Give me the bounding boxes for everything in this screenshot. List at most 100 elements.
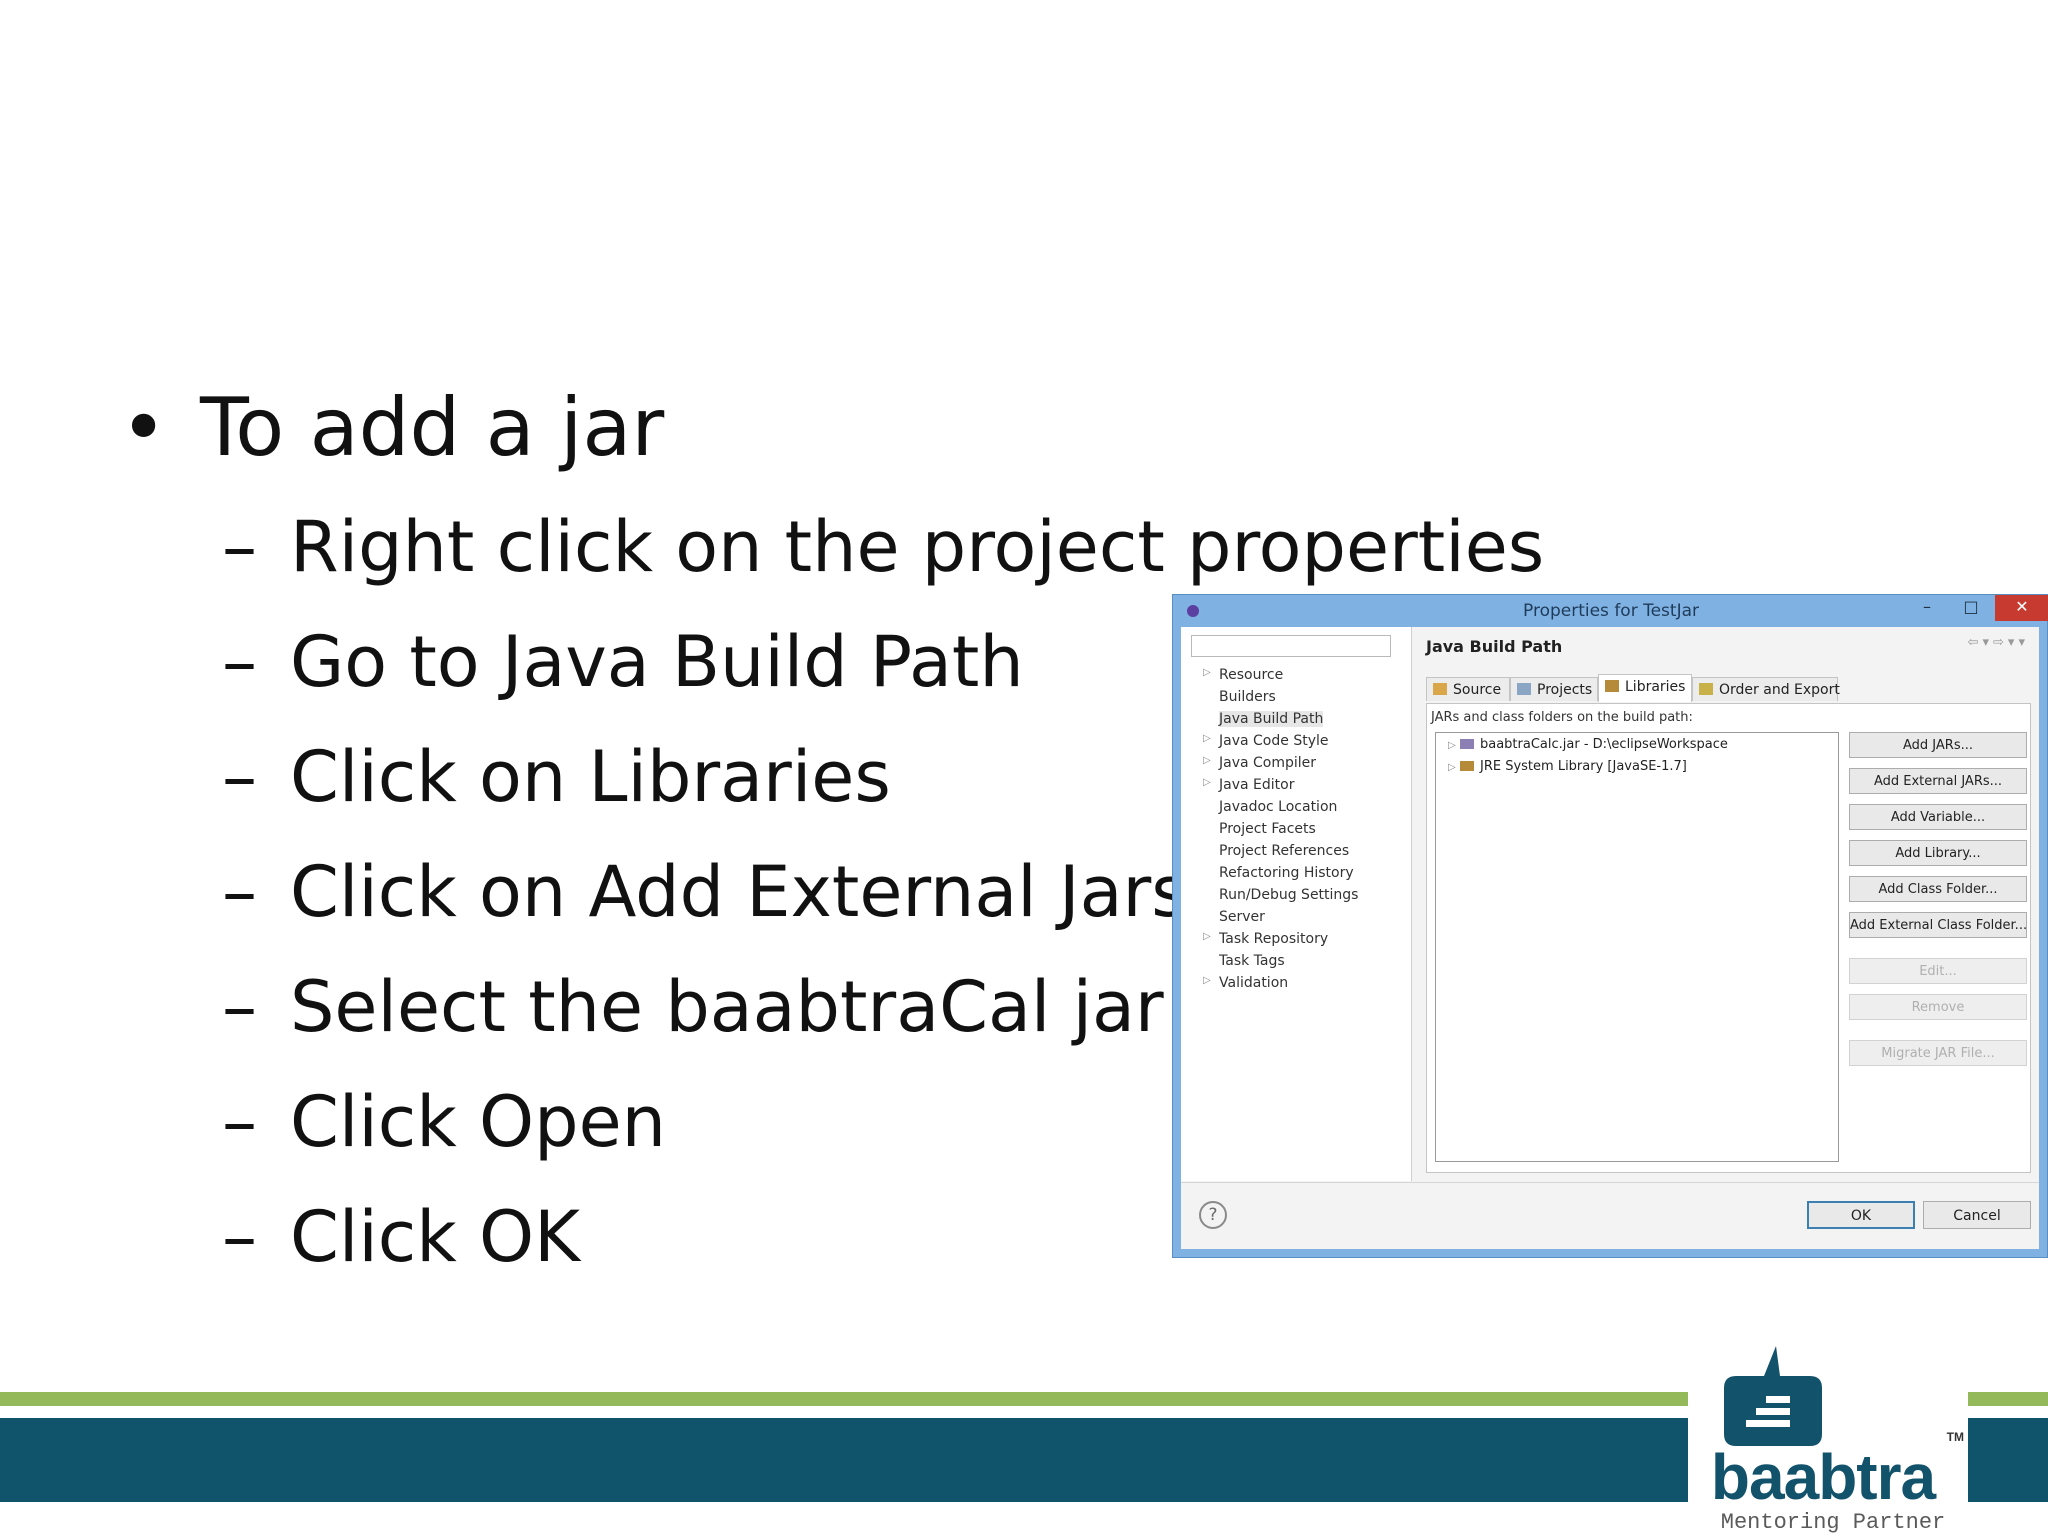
trademark-mark: TM (1946, 1430, 1964, 1444)
tree-item-project-facets[interactable]: Project Facets (1219, 821, 1316, 837)
baabtra-logo: baabtra TM Mentoring Partner (1688, 1340, 1968, 1536)
help-icon[interactable]: ? (1199, 1201, 1227, 1229)
tree-item-java-editor[interactable]: ▷ Java Editor (1203, 777, 1295, 793)
bullet-dot: • (120, 381, 168, 474)
tree-item-builders[interactable]: Builders (1219, 689, 1276, 705)
expand-arrow-icon[interactable]: ▷ (1203, 777, 1211, 788)
add-jars-button[interactable]: Add JARs... (1849, 732, 2027, 758)
libraries-tab-panel: JARs and class folders on the build path… (1426, 703, 2031, 1173)
step-dash: – (222, 966, 257, 1048)
tree-label: Builders (1219, 689, 1276, 705)
order-export-icon (1699, 683, 1713, 695)
tree-label: Javadoc Location (1219, 799, 1338, 815)
logo-wordmark: baabtra (1710, 1441, 1936, 1513)
nav-arrows-icon[interactable]: ⇦▾⇨▾▾ (1968, 635, 2029, 650)
migrate-jar-button[interactable]: Migrate JAR File... (1849, 1040, 2027, 1066)
tree-item-refactoring-history[interactable]: Refactoring History (1219, 865, 1354, 881)
step-dash: – (222, 1081, 257, 1163)
tab-libraries[interactable]: Libraries (1598, 674, 1692, 702)
tree-label: Java Code Style (1219, 733, 1329, 749)
panel-title: Java Build Path (1426, 637, 1563, 656)
build-path-pane: Java Build Path ⇦▾⇨▾▾ Source Projects Li… (1412, 627, 2039, 1181)
tree-label: Java Editor (1219, 777, 1295, 793)
tab-order-and-export[interactable]: Order and Export (1692, 677, 1840, 701)
tree-label: Project References (1219, 843, 1350, 859)
tree-label: Refactoring History (1219, 865, 1354, 881)
libraries-icon (1605, 680, 1619, 692)
tree-item-project-references[interactable]: Project References (1219, 843, 1349, 859)
tree-item-java-compiler[interactable]: ▷ Java Compiler (1203, 755, 1317, 771)
list-item-label: JRE System Library [JavaSE-1.7] (1480, 759, 1687, 774)
tab-label: Order and Export (1719, 682, 1840, 698)
tree-item-task-repository[interactable]: ▷ Task Repository (1203, 931, 1329, 947)
add-external-jars-button[interactable]: Add External JARs... (1849, 768, 2027, 794)
expand-arrow-icon[interactable]: ▷ (1448, 762, 1460, 773)
dialog-footer: ? OK Cancel (1181, 1182, 2039, 1249)
build-path-list[interactable]: ▷ baabtraCalc.jar - D:\eclipseWorkspace ▷… (1435, 732, 1839, 1162)
step-dash: – (222, 1196, 257, 1278)
step-text: Click OK (290, 1196, 581, 1278)
step-text: Click Open (290, 1081, 667, 1163)
list-item-label: baabtraCalc.jar - D:\eclipseWorkspace (1480, 737, 1728, 752)
add-external-class-folder-button[interactable]: Add External Class Folder... (1849, 912, 2027, 938)
tree-item-task-tags[interactable]: Task Tags (1219, 953, 1285, 969)
cancel-button[interactable]: Cancel (1923, 1201, 2031, 1229)
tree-item-javadoc-location[interactable]: Javadoc Location (1219, 799, 1337, 815)
expand-arrow-icon[interactable]: ▷ (1203, 975, 1211, 986)
dialog-titlebar: Properties for TestJar – □ ✕ (1173, 595, 2048, 627)
source-folder-icon (1433, 683, 1447, 695)
tab-label: Libraries (1625, 679, 1686, 695)
tree-label: Server (1219, 909, 1265, 925)
tab-source[interactable]: Source (1426, 677, 1510, 701)
build-path-list-label: JARs and class folders on the build path… (1431, 710, 1693, 725)
expand-arrow-icon[interactable]: ▷ (1203, 755, 1211, 766)
tab-label: Projects (1537, 682, 1593, 698)
add-variable-button[interactable]: Add Variable... (1849, 804, 2027, 830)
tab-label: Source (1453, 682, 1502, 698)
properties-dialog: Properties for TestJar – □ ✕ ▷ Resource B… (1172, 594, 2048, 1258)
step-text: Go to Java Build Path (290, 621, 1024, 703)
tree-label: Validation (1219, 975, 1289, 991)
expand-arrow-icon[interactable]: ▷ (1203, 733, 1211, 744)
minimize-button[interactable]: – (1907, 595, 1947, 621)
add-library-button[interactable]: Add Library... (1849, 840, 2027, 866)
step-text: Click on Add External Jars (290, 851, 1188, 933)
list-item[interactable]: ▷ JRE System Library [JavaSE-1.7] (1448, 759, 1687, 774)
tree-label: Project Facets (1219, 821, 1316, 837)
tree-item-validation[interactable]: ▷ Validation (1203, 975, 1289, 991)
tree-label: Run/Debug Settings (1219, 887, 1359, 903)
dialog-body: ▷ Resource Builders Java Build Path ▷ Java… (1181, 627, 2039, 1249)
projects-icon (1517, 683, 1531, 695)
jar-icon (1460, 739, 1474, 749)
tree-label: Task Tags (1219, 953, 1285, 969)
step-dash: – (222, 851, 257, 933)
filter-input[interactable] (1191, 635, 1391, 657)
tree-item-resource[interactable]: ▷ Resource (1203, 667, 1284, 683)
expand-arrow-icon[interactable]: ▷ (1203, 667, 1211, 678)
expand-arrow-icon[interactable]: ▷ (1203, 931, 1211, 942)
tree-item-run-debug-settings[interactable]: Run/Debug Settings (1219, 887, 1358, 903)
tree-label: Java Compiler (1219, 755, 1317, 771)
tree-item-java-build-path[interactable]: Java Build Path (1219, 711, 1324, 727)
add-class-folder-button[interactable]: Add Class Folder... (1849, 876, 2027, 902)
step-dash: – (222, 736, 257, 818)
tree-label: Resource (1219, 667, 1284, 683)
expand-arrow-icon[interactable]: ▷ (1448, 740, 1460, 751)
step-text: Right click on the project properties (290, 506, 1545, 588)
tree-label: Task Repository (1219, 931, 1329, 947)
library-icon (1460, 761, 1474, 771)
tree-item-java-code-style[interactable]: ▷ Java Code Style (1203, 733, 1329, 749)
tree-item-server[interactable]: Server (1219, 909, 1265, 925)
ok-button[interactable]: OK (1807, 1201, 1915, 1229)
tree-label: Java Build Path (1219, 711, 1324, 727)
list-item[interactable]: ▷ baabtraCalc.jar - D:\eclipseWorkspace (1448, 737, 1728, 752)
edit-button[interactable]: Edit... (1849, 958, 2027, 984)
step-text: Select the baabtraCal jar (290, 966, 1164, 1048)
maximize-button[interactable]: □ (1951, 595, 1991, 621)
remove-button[interactable]: Remove (1849, 994, 2027, 1020)
main-bullet-text: To add a jar (200, 381, 665, 474)
step-text: Click on Libraries (290, 736, 891, 818)
close-button[interactable]: ✕ (1995, 595, 2048, 621)
logo-mark-icon (1724, 1346, 1822, 1446)
tab-projects[interactable]: Projects (1510, 677, 1598, 701)
